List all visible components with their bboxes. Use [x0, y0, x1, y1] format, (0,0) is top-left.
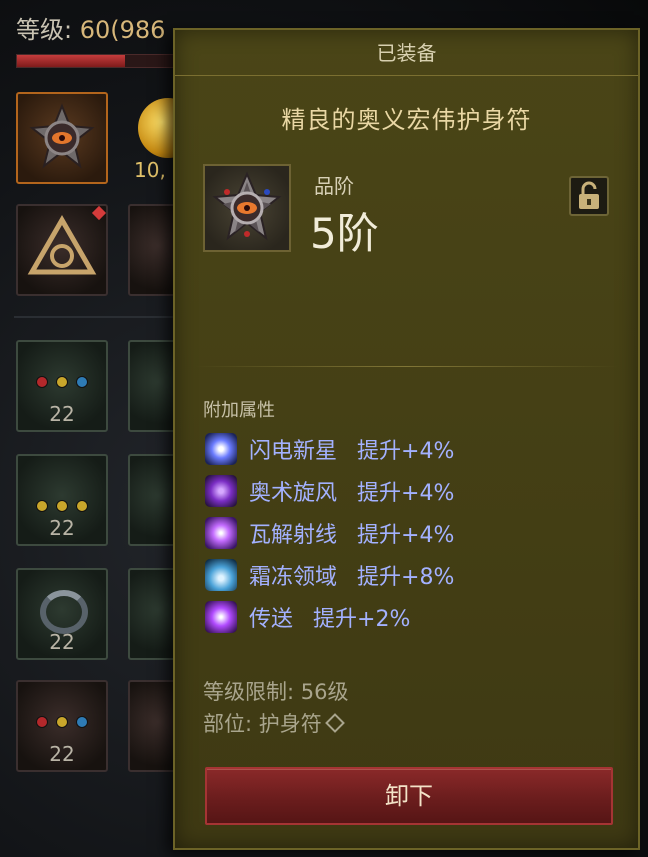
- gold-amount: 10,: [134, 158, 166, 182]
- item-icon-frame: [203, 164, 291, 252]
- level-value: 60(986: [79, 16, 166, 44]
- slot-level: 22: [49, 402, 75, 426]
- ring-slot[interactable]: 22: [16, 340, 108, 432]
- slot-level: 22: [49, 630, 75, 654]
- slot-level: 22: [49, 742, 75, 766]
- unlock-icon: [579, 181, 599, 209]
- attributes-title: 附加属性: [203, 400, 275, 421]
- level-requirement: 等级限制: 56级: [203, 680, 349, 704]
- attribute-row: 奥术旋风 提升+4%: [205, 470, 454, 512]
- attribute-row: 传送 提升+2%: [205, 596, 454, 638]
- level-label: 等级:: [16, 16, 80, 44]
- character-level: 等级: 60(986: [16, 10, 165, 45]
- teleport-icon: [205, 601, 237, 633]
- slot-text: 部位: 护身符: [203, 712, 322, 736]
- item-tooltip: 已装备 精良的奥义宏伟护身符 品阶 5阶 附加属性 闪电新星 提升+4% 奥术旋…: [173, 28, 640, 850]
- attribute-skill: 奥术旋风: [249, 481, 338, 506]
- attribute-list: 闪电新星 提升+4% 奥术旋风 提升+4% 瓦解射线 提升+4% 霜冻领域 提升…: [205, 428, 454, 638]
- tier-label: 品阶: [314, 174, 354, 198]
- amulet-icon: [29, 103, 95, 169]
- attribute-row: 瓦解射线 提升+4%: [205, 512, 454, 554]
- lock-button[interactable]: [569, 176, 609, 216]
- attribute-bonus: 提升+4%: [357, 481, 455, 506]
- experience-bar-fill: [17, 55, 125, 67]
- triangle-emblem-icon: [27, 214, 97, 275]
- gem-sockets: [36, 716, 88, 728]
- arcane-tornado-icon: [205, 475, 237, 507]
- amulet-slot[interactable]: [16, 92, 108, 184]
- equipped-header: 已装备: [175, 30, 638, 76]
- attribute-skill: 瓦解射线: [249, 523, 338, 548]
- tier-value: 5阶: [310, 209, 379, 258]
- divider: [14, 316, 184, 318]
- attribute-bonus: 提升+2%: [313, 607, 411, 632]
- slot-level: 22: [49, 516, 75, 540]
- amulet-icon: [212, 171, 282, 241]
- ring-icon: [40, 590, 88, 634]
- attribute-skill: 霜冻领域: [249, 565, 338, 590]
- emblem-slot[interactable]: [16, 204, 108, 296]
- attribute-bonus: 提升+4%: [357, 439, 455, 464]
- gem-sockets: [36, 500, 88, 512]
- lightning-nova-icon: [205, 433, 237, 465]
- ring-slot[interactable]: 22: [16, 680, 108, 772]
- gem-sockets: [36, 376, 88, 388]
- attribute-skill: 闪电新星: [249, 439, 338, 464]
- attribute-skill: 传送: [249, 607, 294, 632]
- diamond-icon: [324, 713, 345, 733]
- frost-domain-icon: [205, 559, 237, 591]
- slot-info: 部位: 护身符: [203, 708, 345, 738]
- ring-slot[interactable]: 22: [16, 454, 108, 546]
- item-name: 精良的奥义宏伟护身符: [281, 106, 532, 134]
- ring-slot[interactable]: 22: [16, 568, 108, 660]
- experience-bar: [16, 54, 186, 68]
- attribute-row: 霜冻领域 提升+8%: [205, 554, 454, 596]
- attribute-bonus: 提升+4%: [357, 523, 455, 548]
- attribute-row: 闪电新星 提升+4%: [205, 428, 454, 470]
- section-divider: [195, 366, 618, 367]
- attribute-bonus: 提升+8%: [357, 565, 455, 590]
- unequip-button[interactable]: 卸下: [205, 767, 613, 825]
- disintegrate-ray-icon: [205, 517, 237, 549]
